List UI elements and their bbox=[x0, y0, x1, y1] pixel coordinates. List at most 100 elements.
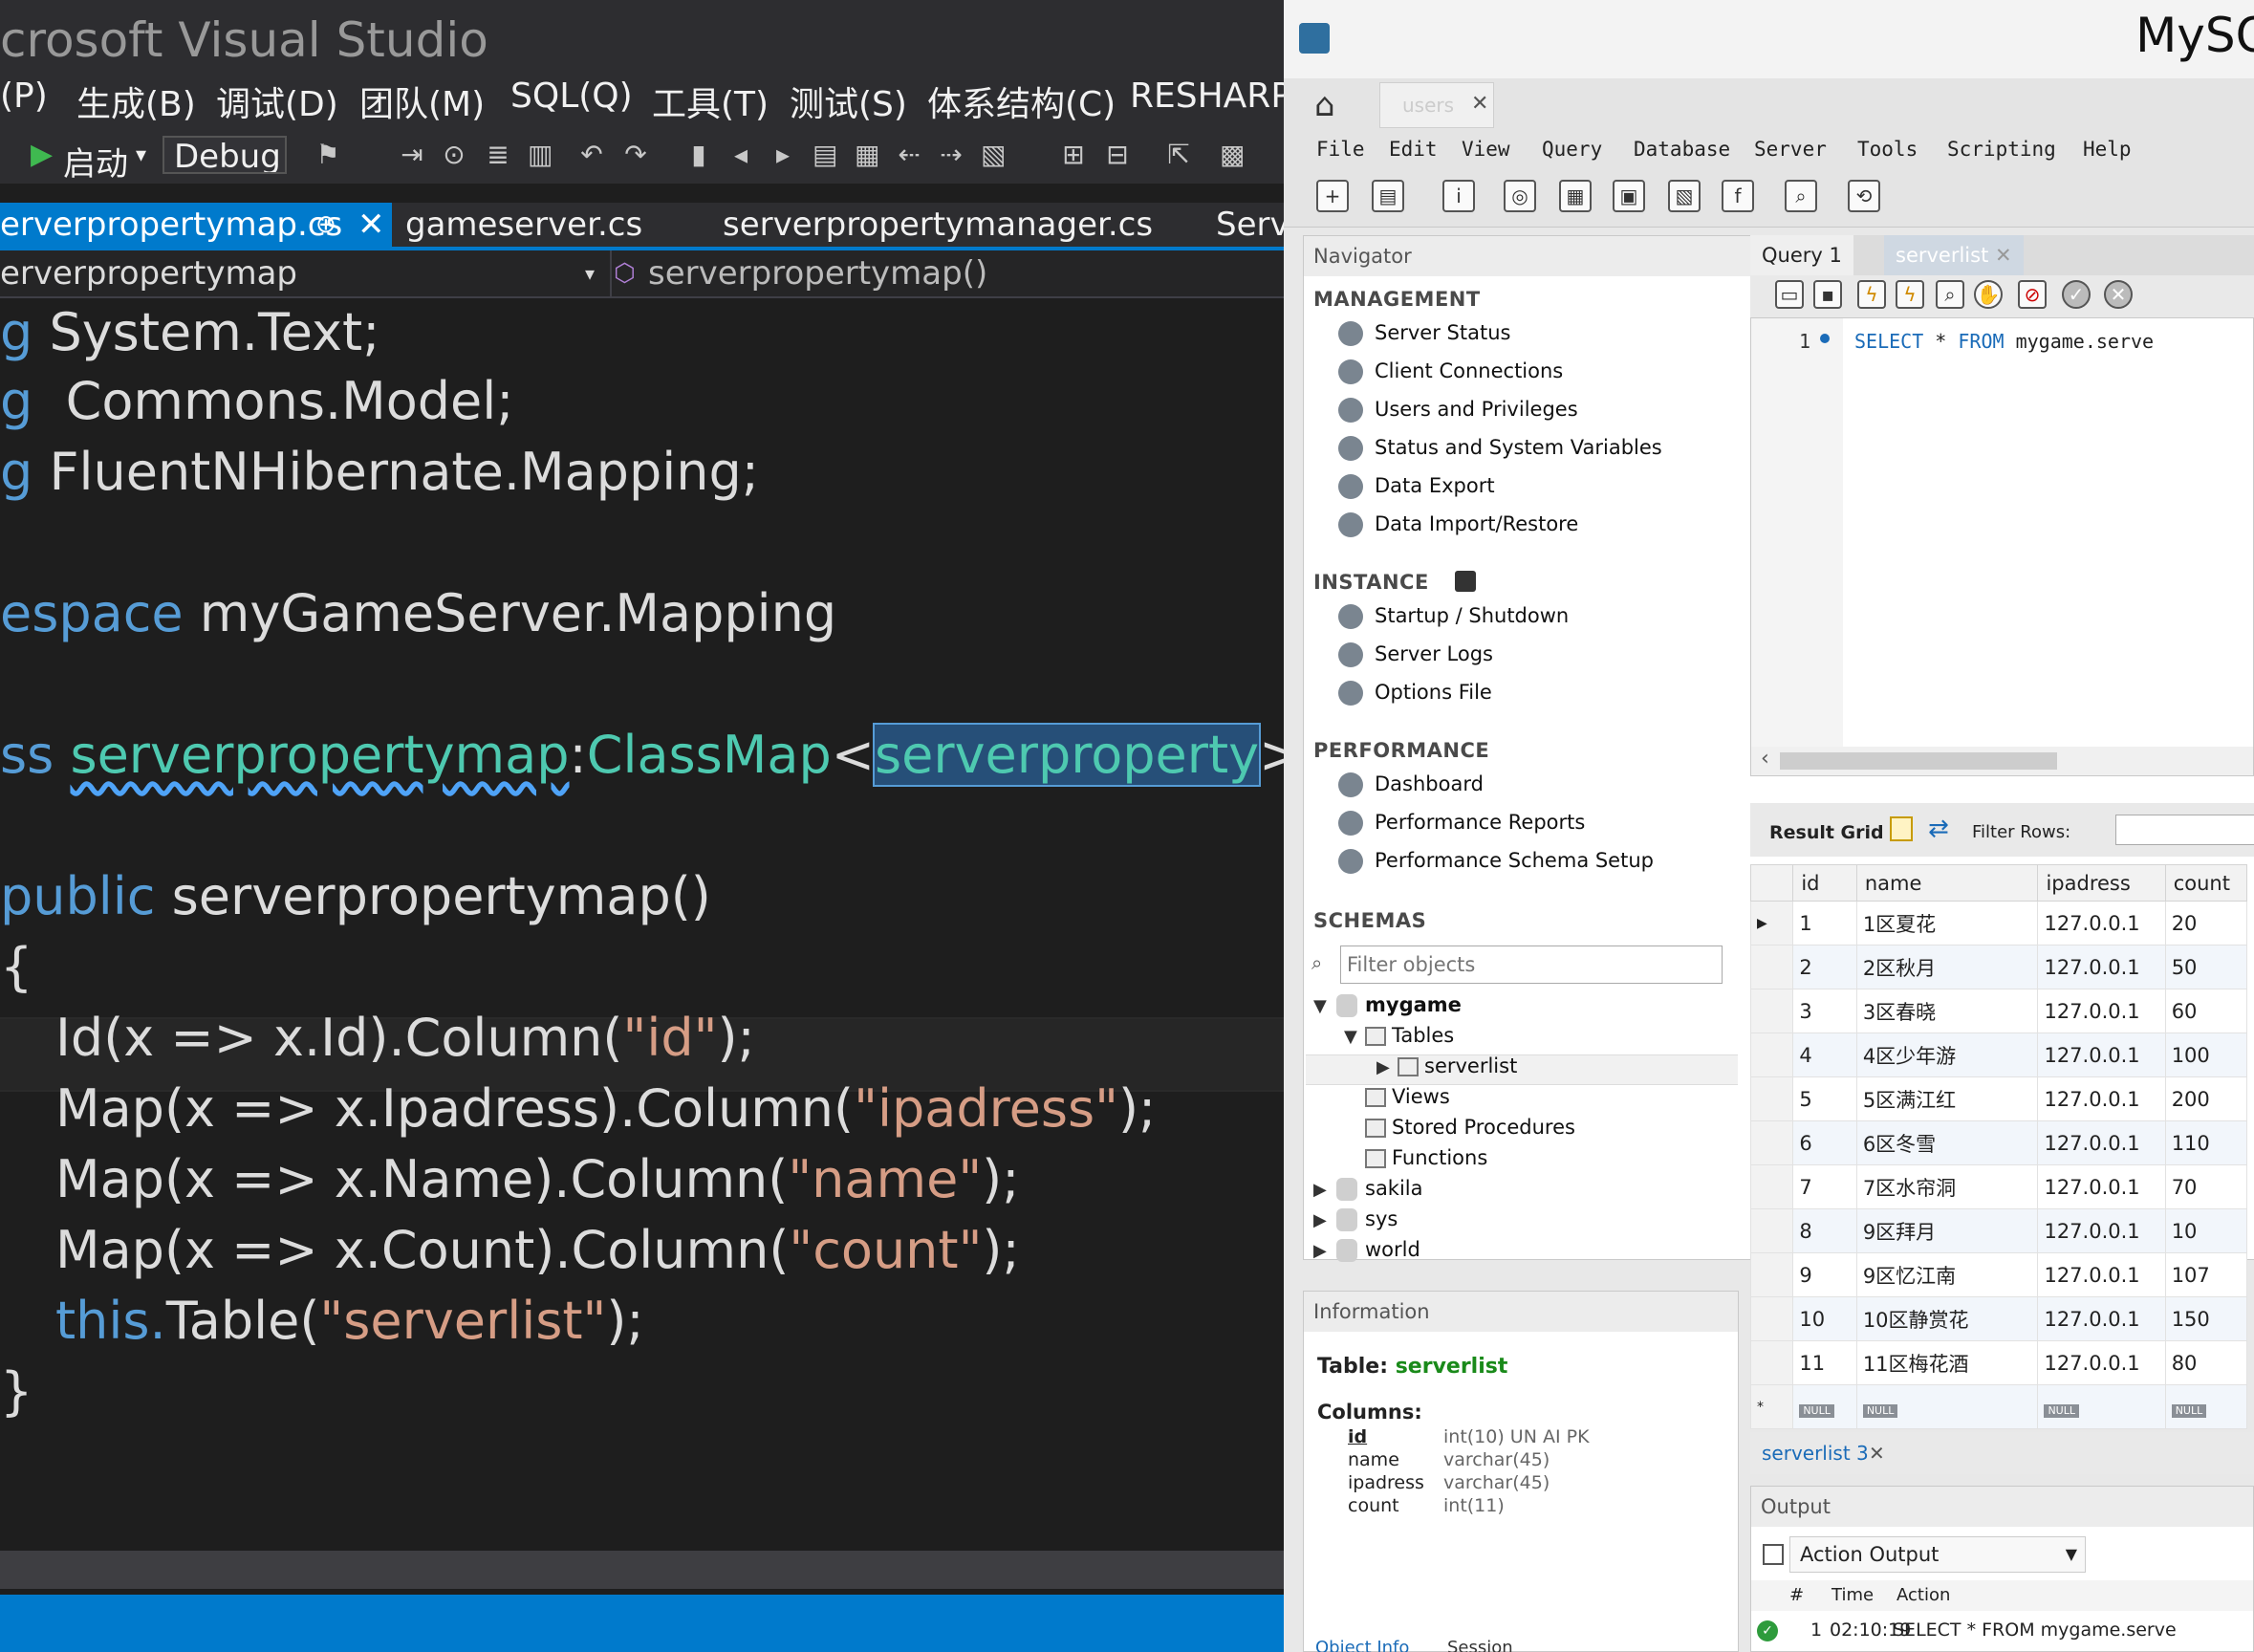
table-cell[interactable]: 50 bbox=[2164, 945, 2248, 989]
bookmark-next-icon[interactable]: ▸ bbox=[770, 141, 795, 168]
nav-dashboard[interactable]: Dashboard bbox=[1338, 768, 1484, 800]
menu-view[interactable]: View bbox=[1462, 138, 1510, 161]
table-cell[interactable]: 127.0.0.1 bbox=[2037, 1164, 2166, 1209]
null-cell[interactable]: NULL bbox=[1855, 1384, 2039, 1429]
column-header-id[interactable]: id bbox=[1792, 864, 1857, 902]
table-cell[interactable]: 127.0.0.1 bbox=[2037, 901, 2166, 946]
table-cell[interactable]: 9区拜月 bbox=[1855, 1208, 2039, 1253]
table-cell[interactable]: 6区冬雪 bbox=[1855, 1120, 2039, 1165]
column-header-count[interactable]: count bbox=[2164, 864, 2248, 902]
home-icon[interactable]: ⌂ bbox=[1314, 86, 1335, 124]
config-select[interactable]: Debug bbox=[163, 136, 287, 174]
table-cell[interactable]: 1 bbox=[1792, 901, 1857, 946]
open-sql-script-icon[interactable]: ▤ bbox=[1372, 180, 1404, 212]
table-cell[interactable]: 127.0.0.1 bbox=[2037, 1340, 2166, 1385]
menu-edit[interactable]: Edit bbox=[1389, 138, 1438, 161]
row-header[interactable] bbox=[1749, 1252, 1794, 1297]
table-row[interactable]: 8 9区拜月 127.0.0.1 10 bbox=[1749, 1208, 2248, 1253]
rollback-icon[interactable]: ✕ bbox=[2104, 280, 2133, 309]
tree-node-world[interactable]: ▶ world bbox=[1313, 1238, 1420, 1262]
null-cell[interactable]: NULL bbox=[1792, 1384, 1857, 1429]
output-row[interactable]: ✓ 1 02:10:19 SELECT * FROM mygame.serve bbox=[1751, 1613, 2253, 1651]
chevron-down-icon[interactable]: ▾ bbox=[136, 143, 146, 182]
row-header[interactable] bbox=[1749, 1164, 1794, 1209]
null-cell[interactable]: NULL bbox=[2164, 1384, 2248, 1429]
table-cell[interactable]: 127.0.0.1 bbox=[2037, 1252, 2166, 1297]
menu-test[interactable]: 测试(S) bbox=[790, 76, 907, 126]
inspector-icon[interactable]: i bbox=[1442, 180, 1475, 212]
toggle-error-icon[interactable]: ⊘ bbox=[2018, 280, 2047, 309]
chevron-down-icon[interactable]: ▼ bbox=[2066, 1537, 2077, 1572]
close-icon[interactable]: ✕ bbox=[1869, 1442, 1885, 1465]
row-header[interactable] bbox=[1749, 945, 1794, 989]
table-cell[interactable]: 10区静赏花 bbox=[1855, 1296, 2039, 1341]
table-cell[interactable]: 10 bbox=[1792, 1296, 1857, 1341]
new-sql-tab-icon[interactable]: + bbox=[1316, 180, 1349, 212]
bookmark-prev-icon[interactable]: ◂ bbox=[728, 141, 753, 168]
nav-client-connections[interactable]: Client Connections bbox=[1338, 355, 1563, 387]
menu-build[interactable]: 生成(B) bbox=[76, 76, 196, 126]
row-header[interactable] bbox=[1749, 1208, 1794, 1253]
attach-icon[interactable]: ⚑ bbox=[315, 141, 340, 168]
schema-filter-input[interactable] bbox=[1340, 946, 1723, 984]
close-icon[interactable]: ✕ bbox=[358, 203, 385, 247]
table-row[interactable]: ▶ 1 1区夏花 127.0.0.1 20 bbox=[1749, 901, 2248, 946]
table-cell[interactable]: 127.0.0.1 bbox=[2037, 945, 2166, 989]
create-table-icon[interactable]: ▦ bbox=[1559, 180, 1592, 212]
table-cell[interactable]: 127.0.0.1 bbox=[2037, 989, 2166, 1033]
tab-gameserver[interactable]: gameserver.cs bbox=[405, 203, 642, 247]
insert-icon[interactable]: ⊞ bbox=[1061, 141, 1086, 168]
bookmark-icon[interactable]: ▮ bbox=[686, 141, 711, 168]
stop-icon[interactable]: ✋ bbox=[1974, 280, 2003, 309]
expand-right-icon[interactable]: ▶ bbox=[1376, 1057, 1392, 1077]
scroll-left-icon[interactable]: ‹ bbox=[1761, 747, 1769, 771]
execute-current-icon[interactable]: ϟ bbox=[1896, 280, 1924, 309]
nav-server-status[interactable]: Server Status bbox=[1338, 316, 1510, 349]
nav-status-variables[interactable]: Status and System Variables bbox=[1338, 431, 1662, 464]
tree-node-procedures[interactable]: Stored Procedures bbox=[1359, 1116, 1575, 1139]
table-cell[interactable]: 127.0.0.1 bbox=[2037, 1076, 2166, 1121]
table-cell[interactable]: 4区少年游 bbox=[1855, 1032, 2039, 1077]
close-icon[interactable]: ✕ bbox=[1471, 92, 1488, 116]
bookmark-clear-icon[interactable]: ▦ bbox=[855, 141, 879, 168]
row-header[interactable] bbox=[1749, 1340, 1794, 1385]
pin-icon[interactable]: ⊕ bbox=[315, 203, 336, 247]
expand-down-icon[interactable]: ▼ bbox=[1313, 996, 1329, 1016]
table-cell[interactable]: 10 bbox=[2164, 1208, 2248, 1253]
menu-resharper[interactable]: RESHARPER bbox=[1130, 76, 1284, 116]
table-cell[interactable]: 11 bbox=[1792, 1340, 1857, 1385]
table-row[interactable]: 10 10区静赏花 127.0.0.1 150 bbox=[1749, 1296, 2248, 1341]
remove-icon[interactable]: ⊟ bbox=[1105, 141, 1130, 168]
nav-server-logs[interactable]: Server Logs bbox=[1338, 638, 1493, 670]
filter-rows-input[interactable] bbox=[2115, 815, 2254, 845]
table-cell[interactable]: 200 bbox=[2164, 1076, 2248, 1121]
menu-server[interactable]: Server bbox=[1754, 138, 1827, 161]
grid-icon[interactable]: ▩ bbox=[1220, 141, 1245, 168]
table-cell[interactable]: 8 bbox=[1792, 1208, 1857, 1253]
type-dropdown[interactable]: erverpropertymap bbox=[0, 250, 297, 296]
menu-architecture[interactable]: 体系结构(C) bbox=[927, 76, 1116, 126]
null-cell[interactable]: NULL bbox=[2037, 1384, 2166, 1429]
grid-view-icon[interactable] bbox=[1890, 816, 1913, 841]
play-icon[interactable]: ▶ bbox=[31, 138, 53, 176]
table-cell[interactable]: 110 bbox=[2164, 1120, 2248, 1165]
row-header[interactable] bbox=[1749, 989, 1794, 1033]
tab-serverlist[interactable]: serverlist ✕ bbox=[1884, 235, 2024, 275]
table-row[interactable]: 3 3区春晓 127.0.0.1 60 bbox=[1749, 989, 2248, 1033]
table-cell[interactable]: 127.0.0.1 bbox=[2037, 1032, 2166, 1077]
table-cell[interactable]: 6 bbox=[1792, 1120, 1857, 1165]
tree-node-sys[interactable]: ▶ sys bbox=[1313, 1207, 1398, 1231]
table-cell[interactable]: 9区忆江南 bbox=[1855, 1252, 2039, 1297]
scroll-thumb[interactable] bbox=[1780, 752, 2057, 770]
tab-object-info[interactable]: Object Info bbox=[1315, 1638, 1409, 1652]
chevron-down-icon[interactable]: ▾ bbox=[585, 250, 595, 296]
bookmark-folder-icon[interactable]: ▤ bbox=[813, 141, 837, 168]
nav-data-export[interactable]: Data Export bbox=[1338, 469, 1495, 502]
table-cell[interactable]: 5区满江红 bbox=[1855, 1076, 2039, 1121]
nav-forward-icon[interactable]: ⇢ bbox=[939, 141, 964, 168]
search-table-icon[interactable]: ⌕ bbox=[1785, 180, 1817, 212]
tab-query-1[interactable]: Query 1 bbox=[1750, 235, 1853, 275]
tab-serverpropertymanager[interactable]: serverpropertymanager.cs bbox=[723, 203, 1153, 247]
tab-server[interactable]: Serve bbox=[1216, 203, 1284, 247]
nav-data-import[interactable]: Data Import/Restore bbox=[1338, 508, 1578, 540]
